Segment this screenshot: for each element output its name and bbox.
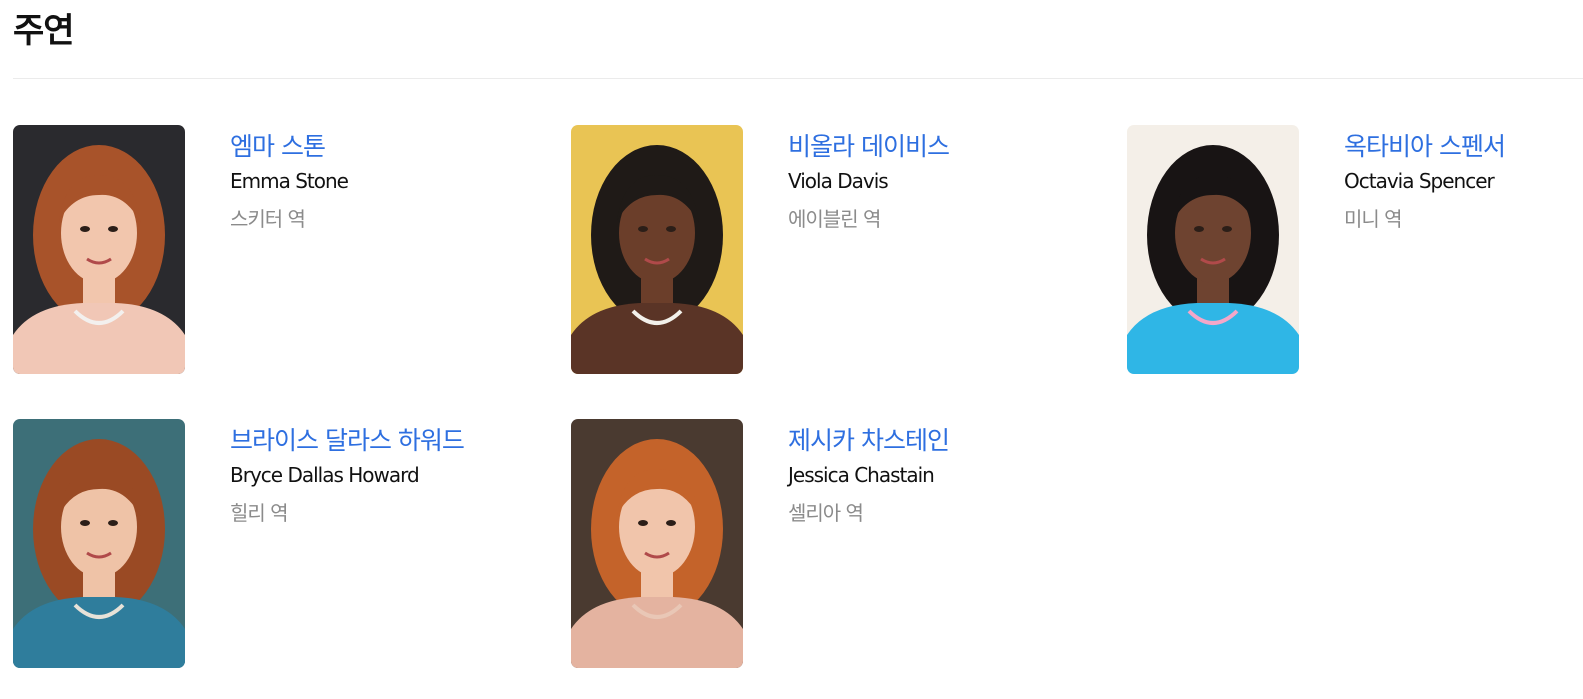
actor-name-link[interactable]: 엠마 스톤 — [230, 129, 550, 165]
actor-name-link[interactable]: 옥타비아 스펜서 — [1344, 129, 1574, 165]
actor-name-english: Jessica Chastain — [788, 463, 935, 487]
portrait-graphic — [571, 125, 743, 374]
actor-photo[interactable] — [13, 419, 185, 668]
portrait-graphic — [13, 125, 185, 374]
character-role: 미니 역 — [1344, 207, 1403, 231]
portrait-graphic — [1127, 125, 1299, 374]
character-role: 에이블린 역 — [788, 207, 881, 231]
cast-info: 엠마 스톤 Emma Stone 스키터 역 — [230, 129, 550, 232]
cast-grid: 엠마 스톤 Emma Stone 스키터 역 비올라 데이비스 Viola Da… — [0, 0, 1583, 699]
character-role: 스키터 역 — [230, 207, 306, 231]
cast-info: 제시카 차스테인 Jessica Chastain 셀리아 역 — [788, 423, 1108, 526]
cast-card[interactable]: 브라이스 달라스 하워드 Bryce Dallas Howard 힐리 역 — [13, 419, 553, 669]
actor-name-english: Emma Stone — [230, 169, 349, 193]
actor-photo[interactable] — [1127, 125, 1299, 374]
actor-name-english: Bryce Dallas Howard — [230, 463, 420, 487]
actor-name-link[interactable]: 비올라 데이비스 — [788, 129, 1108, 165]
cast-info: 브라이스 달라스 하워드 Bryce Dallas Howard 힐리 역 — [230, 423, 550, 526]
cast-card[interactable]: 제시카 차스테인 Jessica Chastain 셀리아 역 — [571, 419, 1111, 669]
cast-card[interactable]: 엠마 스톤 Emma Stone 스키터 역 — [13, 125, 553, 375]
cast-info: 비올라 데이비스 Viola Davis 에이블린 역 — [788, 129, 1108, 232]
cast-card[interactable]: 비올라 데이비스 Viola Davis 에이블린 역 — [571, 125, 1111, 375]
character-role: 셀리아 역 — [788, 501, 864, 525]
actor-photo[interactable] — [571, 419, 743, 668]
actor-name-english: Octavia Spencer — [1344, 169, 1495, 193]
character-role: 힐리 역 — [230, 501, 289, 525]
portrait-graphic — [13, 419, 185, 668]
cast-card[interactable]: 옥타비아 스펜서 Octavia Spencer 미니 역 — [1127, 125, 1577, 375]
actor-photo[interactable] — [571, 125, 743, 374]
actor-photo[interactable] — [13, 125, 185, 374]
actor-name-english: Viola Davis — [788, 169, 889, 193]
cast-section: 주연 엠마 스톤 Emma Stone 스키터 역 비올라 데이비스 Viola… — [0, 0, 1583, 699]
portrait-graphic — [571, 419, 743, 668]
actor-name-link[interactable]: 제시카 차스테인 — [788, 423, 1108, 459]
actor-name-link[interactable]: 브라이스 달라스 하워드 — [230, 423, 550, 459]
cast-info: 옥타비아 스펜서 Octavia Spencer 미니 역 — [1344, 129, 1574, 232]
